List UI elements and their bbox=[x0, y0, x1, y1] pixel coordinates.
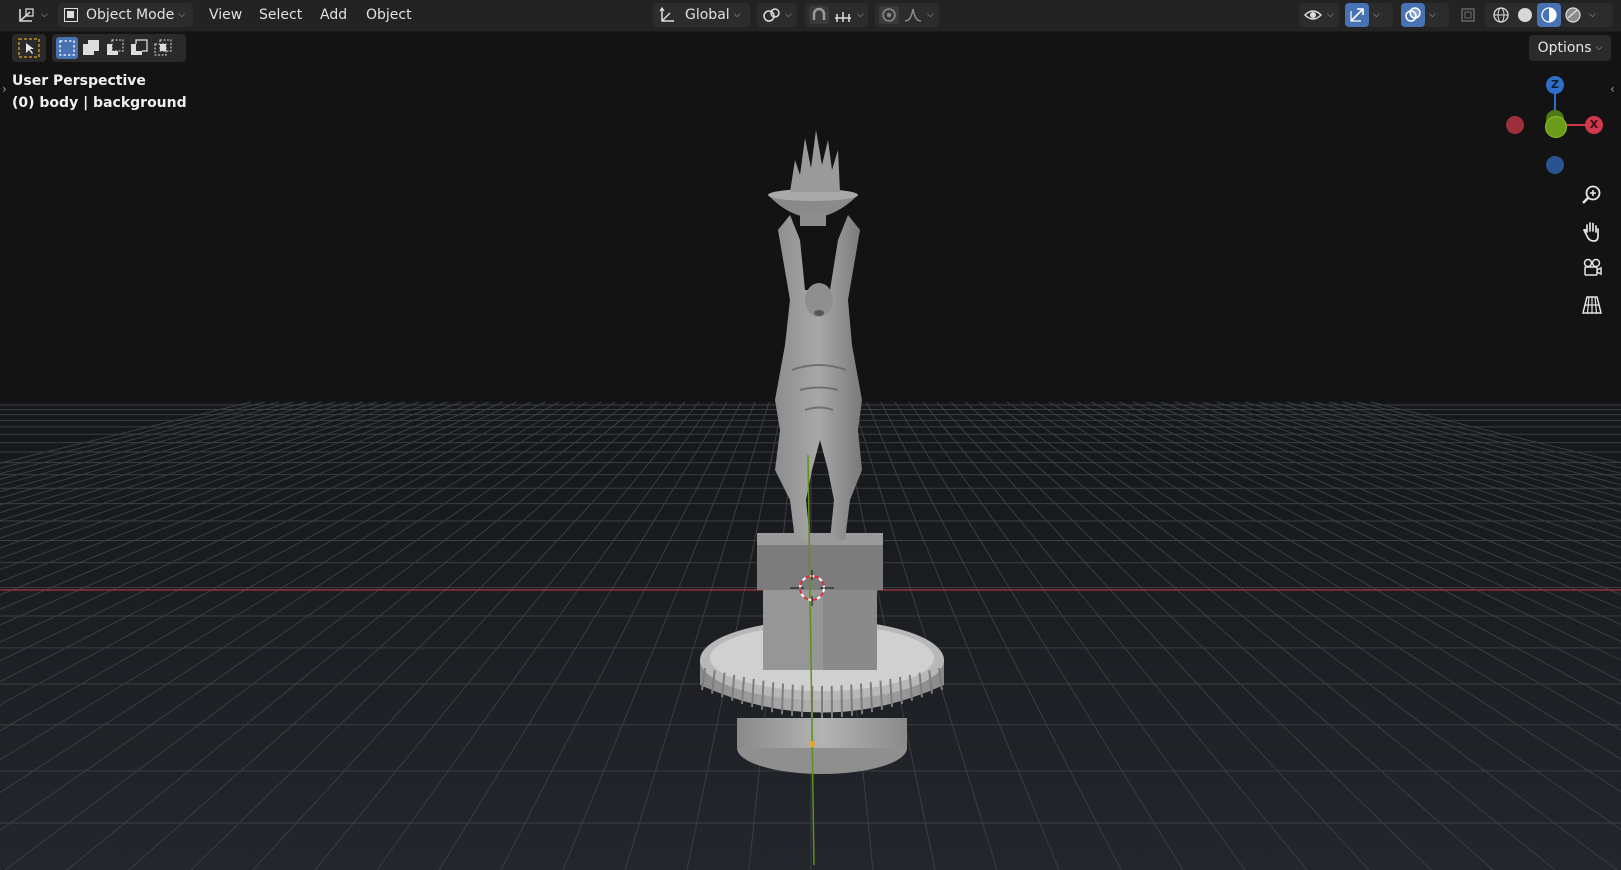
options-label: Options bbox=[1537, 40, 1592, 56]
blender-window: ⌵ Object Mode ⌵ View Select Add Object G… bbox=[0, 0, 1621, 870]
pivot-point-dropdown[interactable]: ⌵ bbox=[757, 3, 797, 27]
gizmo-toggle[interactable]: ⌵ bbox=[1345, 3, 1393, 27]
active-object-info: (0) body | background bbox=[12, 95, 187, 111]
view-name-label: User Perspective bbox=[12, 73, 146, 89]
wireframe-shading-icon[interactable] bbox=[1489, 6, 1513, 24]
select-extend-icon[interactable] bbox=[80, 37, 102, 59]
3d-viewport[interactable] bbox=[0, 0, 1621, 870]
pivot-link-icon bbox=[763, 7, 781, 23]
perspective-grid-icon[interactable] bbox=[1577, 290, 1607, 320]
select-new-icon[interactable] bbox=[56, 37, 78, 59]
selection-mode-group bbox=[52, 34, 186, 62]
chevron-down-icon: ⌵ bbox=[1589, 10, 1596, 20]
proportional-editing-controls[interactable]: ⌵ bbox=[875, 3, 939, 27]
gizmo-icon[interactable] bbox=[1345, 3, 1369, 27]
transform-orientation-dropdown[interactable]: Global ⌵ bbox=[653, 3, 750, 27]
chevron-down-icon: ⌵ bbox=[41, 10, 48, 20]
overlays-toggle[interactable]: ⌵ bbox=[1401, 3, 1449, 27]
gizmo-x-axis[interactable]: X bbox=[1585, 116, 1603, 134]
active-tool-button[interactable] bbox=[12, 34, 46, 62]
options-dropdown[interactable]: Options ⌵ bbox=[1529, 35, 1611, 61]
menu-select[interactable]: Select bbox=[257, 4, 304, 26]
material-preview-icon[interactable] bbox=[1537, 3, 1561, 27]
solid-shading-icon[interactable] bbox=[1513, 6, 1537, 24]
chevron-down-icon: ⌵ bbox=[178, 10, 186, 20]
rendered-shading-icon[interactable] bbox=[1561, 6, 1585, 24]
mode-selector[interactable]: Object Mode ⌵ bbox=[58, 3, 193, 27]
snap-controls[interactable]: ⌵ bbox=[805, 3, 868, 27]
chevron-down-icon: ⌵ bbox=[927, 10, 934, 20]
gizmo-z-axis[interactable]: Z bbox=[1546, 76, 1564, 94]
gizmo-neg-x-axis[interactable] bbox=[1506, 116, 1524, 134]
menu-view[interactable]: View bbox=[207, 4, 244, 26]
pan-hand-icon[interactable] bbox=[1577, 216, 1607, 246]
menu-object[interactable]: Object bbox=[364, 4, 414, 26]
snap-magnet-icon bbox=[809, 6, 829, 24]
gizmo-x-label: X bbox=[1589, 118, 1599, 131]
chevron-down-icon: ⌵ bbox=[1373, 10, 1380, 20]
select-box-tool-icon bbox=[18, 38, 40, 58]
falloff-curve-icon bbox=[903, 6, 923, 24]
eye-cursor-icon bbox=[1303, 6, 1323, 24]
chevron-down-icon: ⌵ bbox=[1429, 10, 1436, 20]
object-mode-icon bbox=[64, 8, 78, 22]
orientation-label: Global bbox=[685, 7, 730, 23]
select-invert-icon[interactable] bbox=[128, 37, 150, 59]
editor-type-button[interactable]: ⌵ bbox=[12, 3, 50, 27]
snap-increment-icon bbox=[833, 6, 853, 24]
gizmo-y-axis[interactable] bbox=[1545, 116, 1567, 138]
object-origin-dot bbox=[809, 741, 815, 747]
orientation-axes-icon bbox=[659, 7, 677, 23]
chevron-down-icon: ⌵ bbox=[1327, 10, 1334, 20]
toolbar-expand-arrow-icon[interactable]: › bbox=[2, 82, 7, 96]
zoom-icon[interactable] bbox=[1577, 180, 1607, 210]
select-subtract-icon[interactable] bbox=[104, 37, 126, 59]
menu-add[interactable]: Add bbox=[318, 4, 349, 26]
3d-viewport-icon bbox=[17, 6, 37, 24]
selectability-visibility-dropdown[interactable]: ⌵ bbox=[1299, 3, 1339, 27]
chevron-down-icon: ⌵ bbox=[733, 10, 741, 20]
chevron-down-icon: ⌵ bbox=[857, 10, 864, 20]
overlays-icon[interactable] bbox=[1401, 3, 1425, 27]
camera-view-icon[interactable] bbox=[1577, 253, 1607, 283]
xray-toggle[interactable] bbox=[1456, 3, 1480, 27]
sidebar-expand-arrow-icon[interactable]: ‹ bbox=[1610, 82, 1615, 96]
mode-label: Object Mode bbox=[86, 7, 175, 23]
gizmo-z-label: Z bbox=[1551, 78, 1559, 91]
navigation-gizmo[interactable]: Z X bbox=[1500, 72, 1610, 182]
select-intersect-icon[interactable] bbox=[152, 37, 174, 59]
proportional-editing-icon bbox=[879, 6, 899, 24]
chevron-down-icon: ⌵ bbox=[785, 10, 792, 20]
chevron-down-icon: ⌵ bbox=[1595, 43, 1603, 53]
viewport-header: ⌵ Object Mode ⌵ View Select Add Object G… bbox=[0, 0, 1621, 32]
gizmo-neg-z-axis[interactable] bbox=[1546, 156, 1564, 174]
xray-icon bbox=[1459, 6, 1477, 24]
shading-mode-group[interactable]: ⌵ bbox=[1485, 3, 1613, 27]
